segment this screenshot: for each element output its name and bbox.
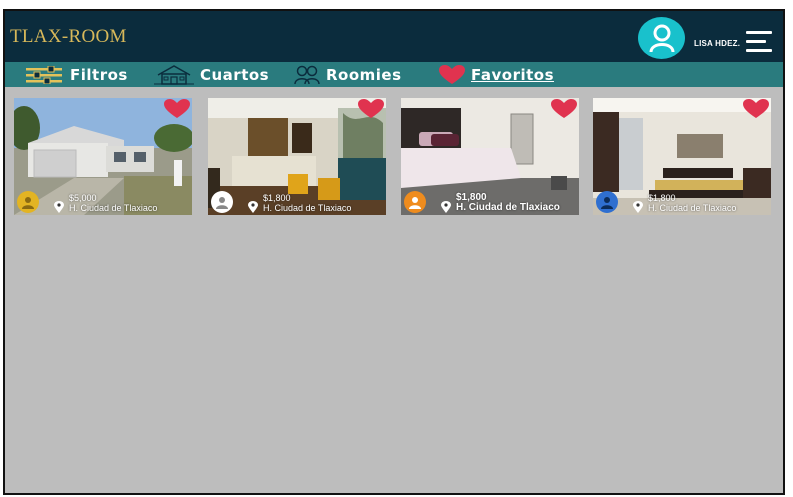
top-bar: TLAX-ROOM LISA HDEZ. bbox=[5, 11, 783, 62]
people-icon bbox=[294, 65, 320, 85]
listing-location: H. Ciudad de Tlaxiaco bbox=[263, 203, 352, 213]
location-pin-icon bbox=[441, 201, 451, 213]
favorite-heart-icon[interactable] bbox=[358, 98, 384, 120]
listing-price: $5,000 bbox=[69, 193, 97, 203]
listing-location: H. Ciudad de Tlaxiaco bbox=[69, 203, 158, 213]
user-icon bbox=[216, 197, 228, 209]
nav-favoritos[interactable]: Favoritos bbox=[439, 65, 554, 85]
nav-bar: Filtros Cuartos Roomies Favoritos bbox=[5, 62, 783, 87]
nav-filtros-label: Filtros bbox=[70, 66, 128, 84]
user-icon bbox=[601, 197, 613, 209]
owner-avatar[interactable] bbox=[596, 191, 618, 213]
nav-roomies[interactable]: Roomies bbox=[294, 65, 402, 85]
listing-card[interactable]: $1,800 H. Ciudad de Tlaxiaco bbox=[401, 98, 579, 215]
owner-avatar[interactable] bbox=[17, 191, 39, 213]
listing-location: H. Ciudad de Tlaxiaco bbox=[648, 203, 737, 213]
user-icon bbox=[409, 197, 421, 209]
username-label: LISA HDEZ. bbox=[694, 39, 741, 48]
nav-cuartos[interactable]: Cuartos bbox=[154, 65, 269, 85]
listing-price: $1,800 bbox=[648, 193, 676, 203]
listing-price: $1,800 bbox=[263, 193, 291, 203]
owner-avatar[interactable] bbox=[404, 191, 426, 213]
owner-avatar[interactable] bbox=[211, 191, 233, 213]
nav-favoritos-label: Favoritos bbox=[471, 66, 555, 84]
listing-card[interactable]: $5,000 H. Ciudad de Tlaxiaco bbox=[14, 98, 192, 215]
hamburger-menu-icon[interactable] bbox=[746, 31, 772, 53]
app-logo[interactable]: TLAX-ROOM bbox=[10, 26, 127, 48]
nav-filtros[interactable]: Filtros bbox=[26, 65, 128, 85]
favorite-heart-icon[interactable] bbox=[551, 98, 577, 120]
location-pin-icon bbox=[54, 201, 64, 213]
location-pin-icon bbox=[248, 201, 258, 213]
listing-card[interactable]: $1,800 H. Ciudad de Tlaxiaco bbox=[208, 98, 386, 215]
filter-sliders-icon bbox=[26, 66, 64, 84]
heart-icon bbox=[439, 65, 465, 85]
listing-location: H. Ciudad de Tlaxiaco bbox=[456, 202, 560, 213]
user-avatar[interactable] bbox=[638, 17, 685, 59]
location-pin-icon bbox=[633, 201, 643, 213]
house-icon bbox=[154, 65, 194, 85]
listing-card[interactable]: $1,800 H. Ciudad de Tlaxiaco bbox=[593, 98, 771, 215]
user-icon bbox=[22, 197, 34, 209]
user-icon bbox=[649, 24, 674, 53]
nav-cuartos-label: Cuartos bbox=[200, 66, 270, 84]
favorite-heart-icon[interactable] bbox=[743, 98, 769, 120]
app-window: TLAX-ROOM LISA HDEZ. Filtros Cuartos Roo… bbox=[3, 9, 785, 495]
nav-roomies-label: Roomies bbox=[326, 66, 402, 84]
favorite-heart-icon[interactable] bbox=[164, 98, 190, 120]
